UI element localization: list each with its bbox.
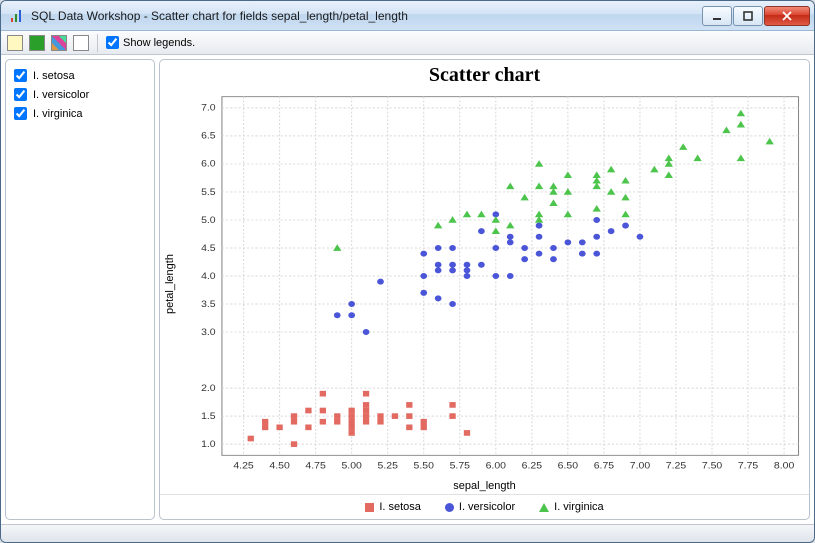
sidebar-series-label: I. virginica (33, 108, 83, 120)
svg-text:5.50: 5.50 (414, 461, 435, 471)
sidebar-series-label: I. setosa (33, 70, 75, 82)
x-axis-label: sepal_length (160, 478, 809, 494)
legend-label: I. setosa (379, 501, 421, 513)
toolbar: Show legends. (1, 31, 814, 55)
svg-text:4.5: 4.5 (201, 243, 216, 253)
triangle-icon (539, 503, 549, 512)
toolbar-swatch-2[interactable] (29, 35, 45, 51)
svg-text:4.50: 4.50 (269, 461, 290, 471)
show-legends-checkbox[interactable] (106, 36, 119, 49)
sidebar-series-checkbox[interactable] (14, 107, 27, 120)
svg-text:7.00: 7.00 (630, 461, 651, 471)
svg-text:8.00: 8.00 (774, 461, 795, 471)
svg-text:1.0: 1.0 (201, 439, 216, 449)
maximize-button[interactable] (733, 6, 763, 26)
sidebar-series-label: I. versicolor (33, 89, 89, 101)
svg-text:7.50: 7.50 (702, 461, 723, 471)
close-button[interactable] (764, 6, 810, 26)
toolbar-separator (97, 34, 98, 52)
toolbar-swatch-4[interactable] (73, 35, 89, 51)
series-sidebar: I. setosa I. versicolor I. virginica (5, 59, 155, 520)
legend-item: I. setosa (365, 501, 421, 513)
toolbar-swatch-3[interactable] (51, 35, 67, 51)
chart-title: Scatter chart (160, 60, 809, 91)
svg-text:7.25: 7.25 (666, 461, 687, 471)
chart-panel: Scatter chart petal_length 4.25 4.50 4.75 5… (159, 59, 810, 520)
sidebar-series-item[interactable]: I. virginica (12, 104, 148, 123)
app-icon (9, 8, 25, 24)
circle-icon (445, 503, 454, 512)
bottom-legend: I. setosa I. versicolor I. virginica (160, 494, 809, 519)
sidebar-series-checkbox[interactable] (14, 69, 27, 82)
sidebar-series-checkbox[interactable] (14, 88, 27, 101)
sidebar-series-item[interactable]: I. versicolor (12, 85, 148, 104)
svg-text:5.00: 5.00 (341, 461, 362, 471)
app-window: SQL Data Workshop - Scatter chart for fi… (0, 0, 815, 543)
svg-text:5.75: 5.75 (450, 461, 471, 471)
toolbar-swatch-1[interactable] (7, 35, 23, 51)
svg-text:4.0: 4.0 (201, 271, 216, 281)
svg-text:3.0: 3.0 (201, 327, 216, 337)
statusbar (1, 524, 814, 542)
titlebar: SQL Data Workshop - Scatter chart for fi… (1, 1, 814, 31)
window-controls (702, 6, 810, 26)
svg-text:6.5: 6.5 (201, 131, 216, 141)
plot-wrap: petal_length 4.25 4.50 4.75 5.00 5.25 5.50 5.7… (160, 91, 809, 478)
window-title: SQL Data Workshop - Scatter chart for fi… (31, 9, 702, 23)
svg-text:6.75: 6.75 (594, 461, 615, 471)
legend-label: I. versicolor (459, 501, 515, 513)
svg-text:7.75: 7.75 (738, 461, 759, 471)
square-icon (365, 503, 374, 512)
legend-item: I. virginica (539, 501, 604, 513)
svg-text:6.0: 6.0 (201, 159, 216, 169)
show-legends-toggle[interactable]: Show legends. (106, 36, 195, 49)
svg-text:3.5: 3.5 (201, 299, 216, 309)
svg-text:7.0: 7.0 (201, 103, 216, 113)
svg-text:4.75: 4.75 (305, 461, 326, 471)
svg-text:6.00: 6.00 (486, 461, 507, 471)
svg-text:6.50: 6.50 (558, 461, 579, 471)
legend-item: I. versicolor (445, 501, 515, 513)
svg-text:2.0: 2.0 (201, 383, 216, 393)
minimize-button[interactable] (702, 6, 732, 26)
y-axis-label: petal_length (160, 91, 180, 478)
svg-text:4.25: 4.25 (233, 461, 254, 471)
svg-text:5.5: 5.5 (201, 187, 216, 197)
svg-text:6.25: 6.25 (522, 461, 543, 471)
sidebar-series-item[interactable]: I. setosa (12, 66, 148, 85)
svg-text:5.0: 5.0 (201, 215, 216, 225)
show-legends-label: Show legends. (123, 37, 195, 49)
plot-area: 4.25 4.50 4.75 5.00 5.25 5.50 5.75 6.00 6.25 6.50… (180, 91, 809, 478)
svg-text:5.25: 5.25 (378, 461, 399, 471)
svg-text:1.5: 1.5 (201, 411, 216, 421)
body: I. setosa I. versicolor I. virginica Scatt… (1, 55, 814, 524)
legend-label: I. virginica (554, 501, 604, 513)
